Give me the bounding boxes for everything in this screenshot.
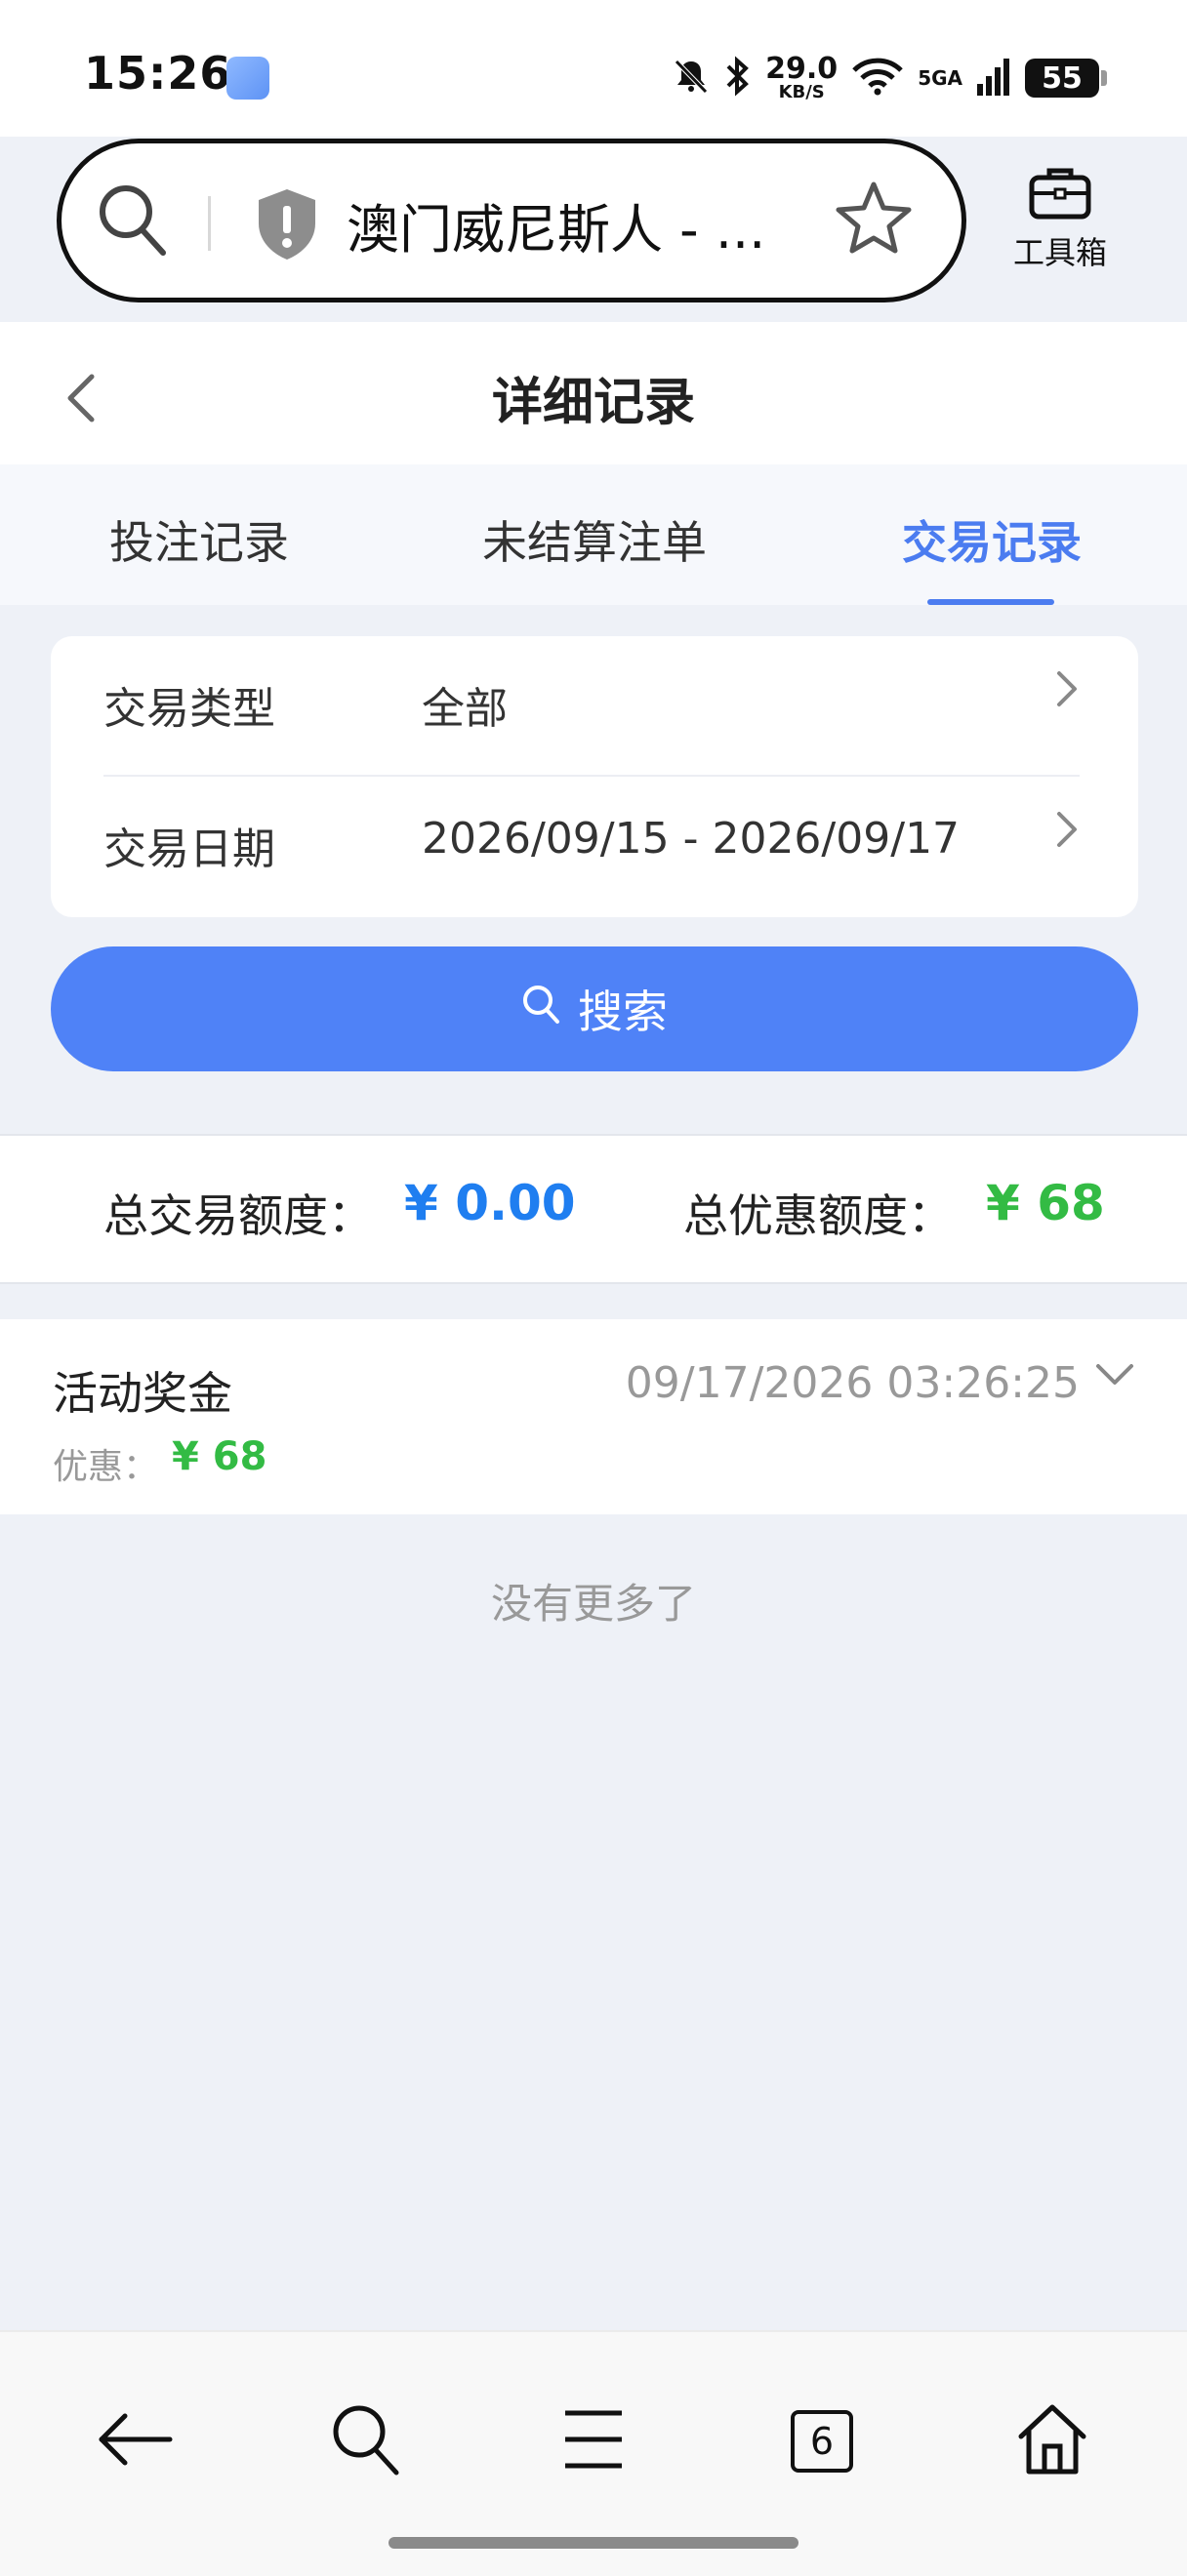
search-button-label: 搜索	[578, 986, 668, 1038]
search-icon	[521, 983, 560, 1035]
network-type: 5GA	[918, 66, 962, 90]
divider	[208, 196, 211, 251]
transaction-type-value: 全部	[422, 684, 508, 734]
battery-indicator: 55	[1025, 59, 1107, 98]
page-url-title[interactable]: 澳门威尼斯人 - ...	[347, 186, 805, 263]
security-warning-shield-icon[interactable]	[253, 186, 321, 266]
nav-back-button[interactable]	[86, 2393, 184, 2490]
bookmark-star-icon[interactable]	[835, 179, 913, 261]
tab-transaction-records[interactable]: 交易记录	[902, 507, 1082, 572]
wifi-icon	[851, 57, 904, 100]
home-indicator[interactable]	[389, 2537, 798, 2549]
chevron-down-icon[interactable]	[1093, 1360, 1136, 1393]
total-bonus-label: 总优惠额度：	[683, 1189, 953, 1242]
record-bonus-label: 优惠：	[53, 1447, 159, 1487]
status-bar: 15:26 29.0 KB/S 5GA 55	[0, 0, 1187, 137]
tab-bet-records[interactable]: 投注记录	[109, 507, 289, 572]
total-trade-label: 总交易额度：	[103, 1189, 373, 1242]
transaction-type-label: 交易类型	[103, 684, 275, 734]
menu-icon	[561, 2407, 626, 2475]
nav-menu-button[interactable]	[545, 2393, 642, 2490]
nav-tabs-button[interactable]: 6	[773, 2393, 871, 2490]
bluetooth-icon	[724, 55, 752, 101]
transaction-date-label: 交易日期	[103, 825, 275, 874]
toolbox-label: 工具箱	[1012, 234, 1107, 271]
tab-count-badge: 6	[791, 2410, 853, 2473]
speed-value: 29.0	[765, 52, 839, 86]
briefcase-icon	[1028, 168, 1092, 224]
arrow-left-icon	[94, 2408, 176, 2475]
tab-unsettled-bets[interactable]: 未结算注单	[482, 507, 707, 572]
filter-card: 交易类型 全部 交易日期 2026/09/15 - 2026/09/17	[51, 636, 1138, 917]
speed-unit: KB/S	[778, 82, 825, 102]
home-icon	[1015, 2401, 1089, 2481]
search-button[interactable]: 搜索	[51, 946, 1138, 1071]
record-timestamp: 09/17/2026 03:26:25	[625, 1358, 1080, 1408]
list-item[interactable]: 活动奖金 09/17/2026 03:26:25 优惠： ¥ 68	[0, 1319, 1187, 1514]
nav-search-button[interactable]	[316, 2393, 414, 2490]
network-speed: 29.0 KB/S	[765, 55, 838, 101]
app-notification-icon	[226, 57, 269, 100]
page-header: 详细记录	[0, 322, 1187, 464]
chevron-right-icon	[1054, 808, 1080, 855]
mute-bell-icon	[672, 57, 711, 100]
status-time: 15:26	[84, 47, 232, 100]
active-tab-indicator	[927, 599, 1054, 605]
transaction-type-selector[interactable]: 交易类型 全部	[103, 636, 1080, 777]
address-bar[interactable]: 澳门威尼斯人 - ...	[57, 139, 966, 302]
total-bonus-value: ¥ 68	[986, 1175, 1105, 1231]
search-icon[interactable]	[95, 181, 169, 264]
toolbox-button[interactable]: 工具箱	[992, 164, 1128, 273]
page-title: 详细记录	[491, 374, 695, 432]
signal-icon	[976, 55, 1011, 101]
chevron-right-icon	[1054, 667, 1080, 714]
total-trade-value: ¥ 0.00	[404, 1175, 576, 1231]
record-bonus-value: ¥ 68	[172, 1434, 267, 1479]
transaction-date-selector[interactable]: 交易日期 2026/09/15 - 2026/09/17	[103, 777, 1080, 917]
totals-summary: 总交易额度： ¥ 0.00 总优惠额度： ¥ 68	[0, 1134, 1187, 1284]
nav-home-button[interactable]	[1003, 2393, 1101, 2490]
transaction-date-value: 2026/09/15 - 2026/09/17	[422, 814, 961, 864]
search-icon	[328, 2400, 402, 2482]
record-title: 活动奖金	[53, 1367, 232, 1420]
status-icons: 29.0 KB/S 5GA 55	[672, 51, 1107, 105]
record-tabs: 投注记录 未结算注单 交易记录	[0, 464, 1187, 605]
end-of-list-text: 没有更多了	[490, 1580, 696, 1628]
